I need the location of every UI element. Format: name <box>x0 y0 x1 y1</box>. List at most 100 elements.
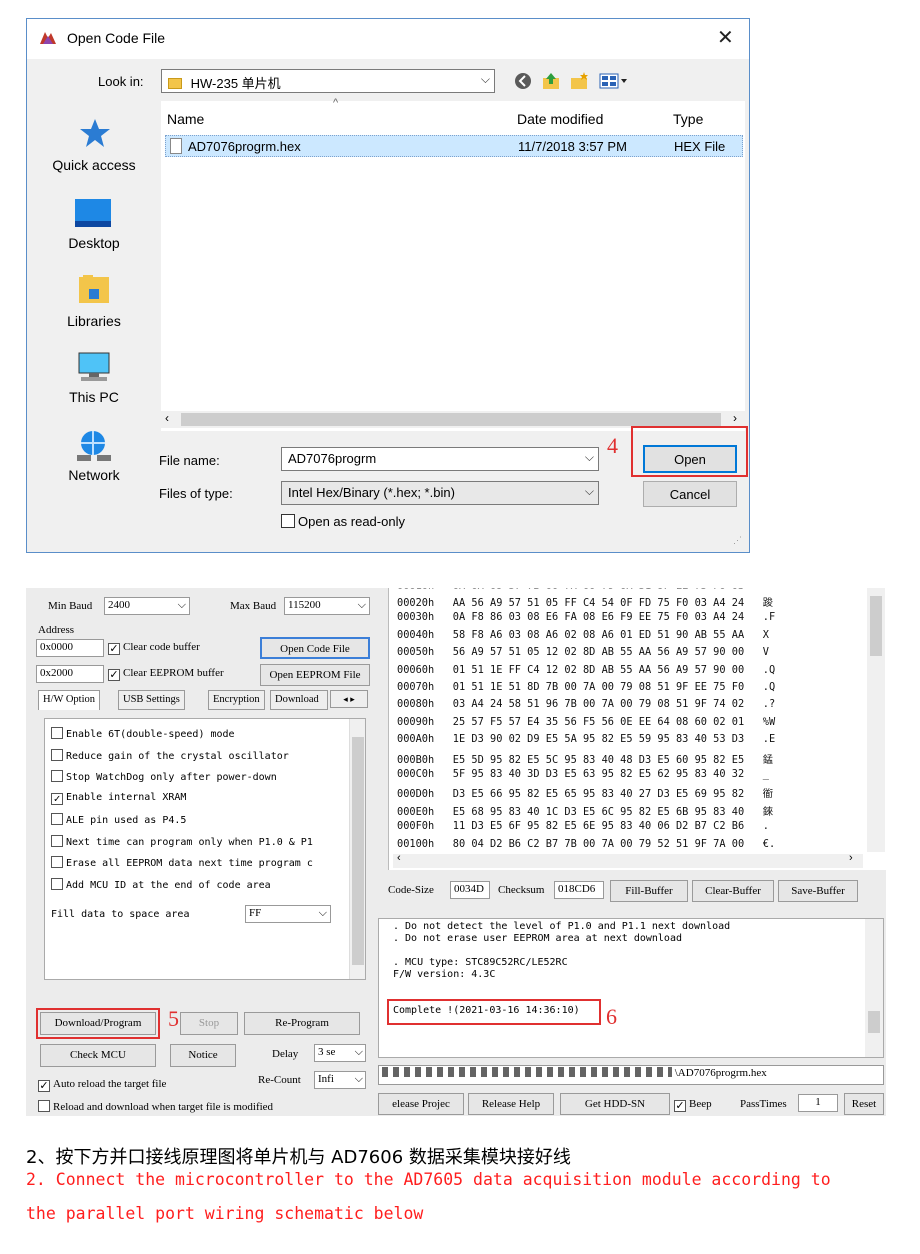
log-line: . Do not erase user EEPROM area at next … <box>393 933 682 944</box>
this-pc-icon[interactable] <box>75 351 113 390</box>
scroll-right-icon[interactable]: › <box>849 852 853 864</box>
log-scroll-thumb[interactable] <box>868 1011 880 1033</box>
open-button[interactable]: Open <box>643 445 737 473</box>
hex-scroll-thumb[interactable] <box>870 596 882 656</box>
scroll-right-icon[interactable]: › <box>733 411 737 425</box>
reload-download-checkbox[interactable]: Reload and download when target file is … <box>38 1100 273 1113</box>
delay-value: 3 se <box>318 1046 336 1058</box>
view-menu-icon[interactable] <box>599 71 631 91</box>
back-icon[interactable] <box>513 71 535 91</box>
fill-buffer-button[interactable]: Fill-Buffer <box>610 880 688 902</box>
place-libraries[interactable]: Libraries <box>35 313 153 329</box>
reset-button[interactable]: Reset <box>844 1093 884 1115</box>
download-program-button[interactable]: Download/Program <box>40 1012 156 1035</box>
hex-vscrollbar[interactable] <box>867 588 885 852</box>
hex-row: 000D0h D3 E5 66 95 82 E5 65 95 83 40 27 … <box>397 788 774 801</box>
chevron-down-icon[interactable]: ⌵ <box>585 450 594 465</box>
recount-select[interactable]: Infi ⌵ <box>314 1071 366 1089</box>
scroll-left-icon[interactable]: ‹ <box>397 852 401 864</box>
file-name-input[interactable]: AD7076progrm ⌵ <box>281 447 599 471</box>
save-buffer-button[interactable]: Save-Buffer <box>778 880 858 902</box>
hw-option-5[interactable]: Next time can program only when P1.0 & P… <box>51 834 313 848</box>
libraries-icon[interactable] <box>77 273 111 312</box>
scroll-left-icon[interactable]: ‹ <box>165 411 169 425</box>
hw-option-6[interactable]: Erase all EEPROM data next time program … <box>51 856 313 869</box>
place-quick-access[interactable]: Quick access <box>35 157 153 173</box>
file-type: HEX File <box>674 139 726 154</box>
checkbox-unchecked[interactable] <box>51 748 63 761</box>
column-type[interactable]: Type <box>673 111 703 127</box>
re-program-button[interactable]: Re-Program <box>244 1012 360 1035</box>
log-output[interactable]: . Do not detect the level of P1.0 and P1… <box>378 918 884 1058</box>
min-baud-select[interactable]: 2400 ⌵ <box>104 597 190 615</box>
hw-option-1[interactable]: Reduce gain of the crystal oscillator <box>51 748 289 762</box>
open-eeprom-file-button[interactable]: Open EEPROM File <box>260 664 370 686</box>
desktop-icon[interactable] <box>73 197 113 234</box>
cancel-button[interactable]: Cancel <box>643 481 737 507</box>
hex-hscrollbar[interactable]: ‹ › <box>393 852 863 868</box>
place-this-pc[interactable]: This PC <box>35 389 153 405</box>
file-row[interactable]: AD7076progrm.hex 11/7/2018 3:57 PM HEX F… <box>165 135 743 157</box>
options-scrollbar[interactable] <box>349 719 365 979</box>
max-baud-select[interactable]: 115200 ⌵ <box>284 597 370 615</box>
hw-option-7[interactable]: Add MCU ID at the end of code area <box>51 877 271 891</box>
hex-row: 00070h 01 51 1E 51 8D 7B 00 7A 00 79 08 … <box>397 681 776 693</box>
column-name[interactable]: Name <box>167 111 204 127</box>
hw-option-0[interactable]: Enable 6T(double-speed) mode <box>51 727 235 740</box>
delay-select[interactable]: 3 se ⌵ <box>314 1044 366 1062</box>
open-code-file-button[interactable]: Open Code File <box>260 637 370 659</box>
tab-usb-settings[interactable]: USB Settings <box>118 690 185 710</box>
release-project-button[interactable]: elease Projec <box>378 1093 464 1115</box>
look-in-combo[interactable]: HW-235 单片机 ⌵ <box>161 69 495 93</box>
tab-download[interactable]: Download <box>270 690 328 710</box>
tab-scroll-arrows-icon[interactable]: ◂ ▸ <box>330 690 368 708</box>
stop-button[interactable]: Stop <box>180 1012 238 1035</box>
place-network[interactable]: Network <box>35 467 153 483</box>
auto-reload-checkbox[interactable]: ✓ Auto reload the target file <box>38 1078 166 1092</box>
network-icon[interactable] <box>75 429 113 468</box>
up-folder-icon[interactable] <box>541 71 563 91</box>
check-mcu-button[interactable]: Check MCU <box>40 1044 156 1067</box>
notice-button[interactable]: Notice <box>170 1044 236 1067</box>
file-list[interactable]: Name ^ Date modified Type AD7076progrm.h… <box>161 97 745 431</box>
checkbox-unchecked[interactable] <box>51 856 63 868</box>
log-scrollbar[interactable] <box>865 919 883 1057</box>
resize-grip-icon[interactable]: ⋰ <box>733 535 742 546</box>
checkbox-unchecked[interactable] <box>51 877 63 890</box>
checkbox-unchecked[interactable] <box>51 813 63 825</box>
file-type-select[interactable]: Intel Hex/Binary (*.hex; *.bin) ⌵ <box>281 481 599 505</box>
recount-value: Infi <box>318 1073 334 1085</box>
options-scroll-thumb[interactable] <box>352 737 364 965</box>
scrollbar-thumb[interactable] <box>181 413 721 426</box>
address-code-input[interactable]: 0x0000 <box>36 639 104 657</box>
get-hdd-sn-button[interactable]: Get HDD-SN <box>560 1093 670 1115</box>
hex-view[interactable]: 00010h 0A 0A 09 57 7B 00 7A 00 79 0A 51 … <box>388 588 886 870</box>
release-help-button[interactable]: Release Help <box>468 1093 554 1115</box>
chevron-down-icon: ⌵ <box>480 72 490 86</box>
hw-option-2[interactable]: Stop WatchDog only after power-down <box>51 770 277 783</box>
column-date[interactable]: Date modified <box>517 111 603 127</box>
file-path-field[interactable]: \AD7076progrm.hex <box>378 1065 884 1085</box>
read-only-checkbox[interactable]: Open as read-only <box>281 514 405 529</box>
new-folder-icon[interactable] <box>569 71 591 91</box>
code-size-label: Code-Size <box>388 884 434 896</box>
hw-option-3[interactable]: ✓ Enable internal XRAM <box>51 792 186 805</box>
chevron-down-icon[interactable]: ⌵ <box>585 484 594 499</box>
place-desktop[interactable]: Desktop <box>35 235 153 251</box>
checkbox-unchecked[interactable] <box>51 727 63 739</box>
checkbox-unchecked[interactable] <box>51 834 63 847</box>
checkbox-checked[interactable]: ✓ <box>51 792 63 805</box>
checkbox-unchecked[interactable] <box>51 770 63 782</box>
dialog-title: Open Code File <box>67 30 166 46</box>
clear-eeprom-checkbox[interactable]: ✓ Clear EEPROM buffer <box>108 667 224 681</box>
address-eeprom-input[interactable]: 0x2000 <box>36 665 104 683</box>
close-icon[interactable]: ✕ <box>717 25 734 50</box>
clear-buffer-button[interactable]: Clear-Buffer <box>692 880 774 902</box>
hw-option-4[interactable]: ALE pin used as P4.5 <box>51 813 186 826</box>
tab-encryption[interactable]: Encryption <box>208 690 265 710</box>
tab-hw-option[interactable]: H/W Option <box>38 690 101 710</box>
clear-code-checkbox[interactable]: ✓ Clear code buffer <box>108 641 200 655</box>
fill-data-select[interactable]: FF ⌵ <box>245 905 331 923</box>
beep-checkbox[interactable]: ✓ Beep <box>674 1098 712 1112</box>
quick-access-icon[interactable] <box>79 117 111 154</box>
